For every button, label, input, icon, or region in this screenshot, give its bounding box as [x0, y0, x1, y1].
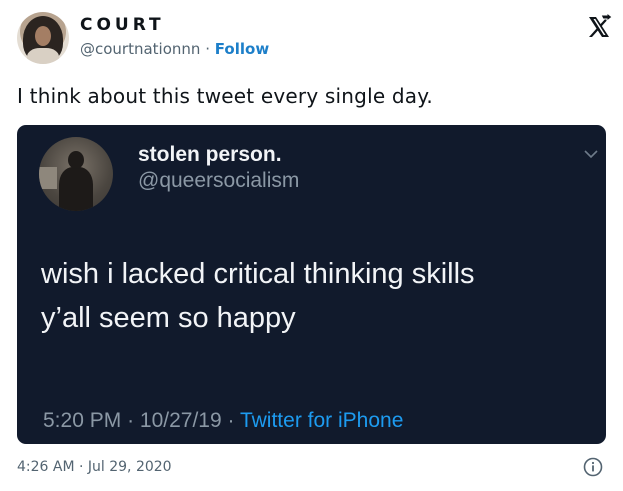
embedded-avatar — [39, 137, 113, 211]
embedded-meta: 5:20 PM · 10/27/19 · Twitter for iPhone — [43, 409, 403, 433]
avatar-shirt — [27, 48, 59, 64]
author-handle[interactable]: @courtnationnn — [80, 40, 200, 58]
embedded-sep-1: · — [127, 409, 135, 432]
embedded-line-2: y’all seem so happy — [41, 302, 296, 334]
chevron-down-icon — [584, 150, 598, 159]
author-display-name[interactable]: COURT — [80, 15, 165, 35]
tweet-text: I think about this tweet every single da… — [17, 84, 433, 108]
follow-button[interactable]: Follow — [215, 40, 269, 58]
info-icon[interactable] — [583, 457, 603, 477]
tweet-timestamp[interactable]: 4:26 AM · Jul 29, 2020 — [17, 459, 172, 475]
embedded-date: 10/27/19 — [139, 409, 222, 432]
embedded-time: 5:20 PM — [43, 409, 122, 432]
embedded-display-name: stolen person. — [138, 143, 282, 166]
embedded-line-1: wish i lacked critical thinking skills — [41, 258, 475, 290]
avatar-figure-body — [59, 167, 93, 211]
avatar-face — [35, 26, 51, 46]
author-avatar[interactable] — [17, 12, 69, 64]
avatar-window — [39, 167, 57, 189]
author-meta-line: @courtnationnn · Follow — [80, 40, 269, 58]
embedded-tweet-body: wish i lacked critical thinking skills y… — [41, 252, 475, 340]
handle-separator: · — [205, 40, 210, 58]
embedded-sep-2: · — [227, 409, 235, 432]
embedded-source: Twitter for iPhone — [239, 409, 404, 432]
embedded-tweet-image[interactable]: stolen person. @queersocialism wish i la… — [17, 125, 606, 444]
avatar-figure-head — [68, 151, 84, 169]
embedded-handle: @queersocialism — [138, 169, 300, 192]
x-logo-icon[interactable] — [585, 13, 613, 41]
